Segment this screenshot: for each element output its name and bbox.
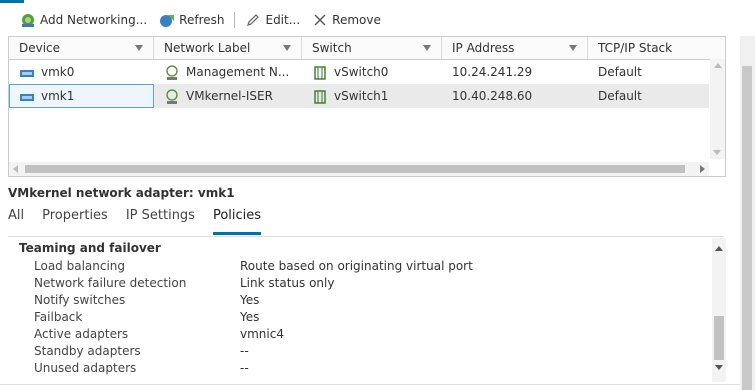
cell-ip-address: 10.24.241.29 [452, 65, 533, 79]
column-header-network-label[interactable]: Network Label [154, 37, 302, 59]
vmkernel-adapters-grid: Device Network Label Switch IP Address T… [8, 36, 726, 177]
tab-properties[interactable]: Properties [42, 206, 108, 232]
refresh-icon [160, 15, 175, 27]
toolbar-separator [234, 12, 236, 28]
scroll-up-icon[interactable] [715, 246, 723, 251]
vmkernel-nic-icon [20, 93, 34, 101]
policies-scrollbar[interactable] [712, 238, 726, 382]
divider [0, 384, 740, 385]
cell-network-label: VMkernel-ISER [154, 84, 302, 108]
edit-button[interactable]: Edit... [239, 12, 306, 28]
add-networking-icon [22, 14, 34, 27]
scroll-up-icon[interactable] [714, 63, 722, 68]
tab-policies[interactable]: Policies [212, 206, 262, 235]
cell-switch: vSwitch1 [302, 84, 442, 108]
scroll-down-icon[interactable] [715, 365, 723, 370]
refresh-label: Refresh [179, 13, 225, 27]
column-header-switch[interactable]: Switch [302, 37, 442, 59]
table-row-selected[interactable]: vmk1 VMkernel-ISER vSwitch1 10.40.248.60… [9, 84, 709, 108]
filter-icon[interactable] [283, 45, 291, 51]
policy-row: Network failure detection Link status onl… [34, 276, 335, 290]
column-header-tcpip-stack[interactable]: TCP/IP Stack [588, 37, 709, 59]
grid-header: Device Network Label Switch IP Address T… [9, 37, 725, 60]
policy-row: Notify switches Yes [34, 293, 260, 307]
scroll-right-icon[interactable] [700, 165, 705, 173]
column-header-ip-address[interactable]: IP Address [442, 37, 588, 59]
cell-tcpip-stack: Default [598, 65, 642, 79]
policy-row: Load balancing Route based on originating… [34, 259, 473, 273]
policy-row: Active adapters vmnic4 [34, 327, 284, 341]
add-networking-button[interactable]: Add Networking... [14, 12, 153, 28]
scroll-down-icon[interactable] [713, 150, 721, 155]
vmkernel-nic-icon [20, 69, 34, 77]
panel-scroll-thumb[interactable] [742, 66, 752, 390]
switch-icon [314, 89, 326, 104]
close-icon [314, 14, 326, 26]
scroll-left-icon[interactable] [13, 165, 18, 173]
cell-ip-address: 10.40.248.60 [452, 89, 533, 103]
cell-tcpip-stack: Default [598, 89, 642, 103]
panel-scrollbar[interactable] [740, 36, 755, 390]
policy-row: Standby adapters -- [34, 344, 249, 358]
pencil-icon [247, 14, 260, 26]
filter-icon[interactable] [135, 45, 143, 51]
add-networking-label: Add Networking... [40, 13, 148, 27]
cell-network-label: Management N... [154, 60, 302, 84]
scroll-thumb[interactable] [714, 316, 724, 360]
remove-button[interactable]: Remove [306, 12, 387, 28]
toolbar: Add Networking... Refresh Edit... Remove [14, 8, 387, 32]
edit-label: Edit... [265, 13, 301, 27]
filter-icon[interactable] [569, 45, 577, 51]
grid-horizontal-scrollbar[interactable] [9, 162, 709, 176]
table-row[interactable]: vmk0 Management N... vSwitch0 10.24.241.… [9, 60, 709, 84]
detail-title: VMkernel network adapter: vmk1 [8, 186, 235, 200]
column-header-device[interactable]: Device [9, 37, 154, 59]
port-group-icon [166, 88, 178, 104]
policy-row: Failback Yes [34, 310, 260, 324]
active-tab-indicator [0, 0, 24, 3]
port-group-icon [166, 64, 178, 80]
cell-switch: vSwitch0 [302, 60, 442, 84]
top-bar [0, 0, 755, 4]
tab-ip-settings[interactable]: IP Settings [126, 206, 195, 232]
switch-icon [314, 65, 326, 80]
policies-panel: Teaming and failover Load balancing Route… [8, 236, 724, 383]
refresh-button[interactable]: Refresh [153, 12, 230, 28]
filter-icon[interactable] [423, 45, 431, 51]
section-heading: Teaming and failover [19, 241, 161, 255]
grid-vertical-scrollbar[interactable] [710, 59, 725, 159]
cell-device: vmk1 [9, 84, 154, 108]
tab-all[interactable]: All [8, 206, 24, 232]
cell-device: vmk0 [9, 60, 154, 84]
scroll-thumb[interactable] [25, 165, 685, 173]
policy-row: Unused adapters -- [34, 361, 249, 375]
remove-label: Remove [332, 13, 381, 27]
detail-tabs: All Properties IP Settings Policies [8, 206, 279, 235]
